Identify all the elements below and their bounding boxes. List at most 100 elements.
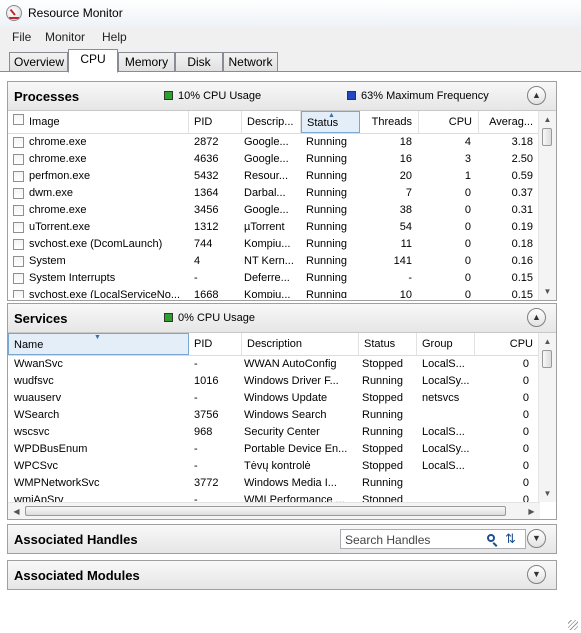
process-row[interactable]: chrome.exe 2872 Google... Running 18 4 3.18 [8, 134, 540, 151]
tab-memory[interactable]: Memory [118, 52, 175, 72]
services-scrollbar[interactable]: ▲ ▼ [538, 333, 556, 502]
checkbox-icon[interactable] [13, 273, 24, 284]
cell-description: Resour... [244, 170, 289, 182]
col-description[interactable]: Descrip... [242, 111, 301, 133]
processes-scrollbar[interactable]: ▲ ▼ [538, 111, 556, 300]
process-row[interactable]: svchost.exe (DcomLaunch) 744 Kompiu... Runn… [8, 236, 540, 253]
process-row[interactable]: System Interrupts - Deferre... Running - 0 0.1… [8, 270, 540, 287]
scroll-down-arrow[interactable]: ▼ [539, 485, 556, 502]
process-row[interactable]: chrome.exe 4636 Google... Running 16 3 2.50 [8, 151, 540, 168]
refresh-icon[interactable]: ⇅ [505, 530, 516, 548]
col-status[interactable]: Status [359, 333, 417, 355]
cell-status: Stopped [362, 392, 403, 404]
tab-disk[interactable]: Disk [175, 52, 223, 72]
scroll-up-arrow[interactable]: ▲ [539, 111, 556, 128]
checkbox-icon[interactable] [13, 154, 24, 165]
cell-status: Running [306, 255, 347, 267]
tab-cpu[interactable]: CPU [68, 49, 118, 73]
col-name[interactable]: ▼ Name [8, 333, 189, 355]
cell-name: WMPNetworkSvc [14, 477, 100, 489]
checkbox-icon[interactable] [13, 114, 24, 125]
horizontal-scroll-thumb[interactable] [25, 506, 506, 516]
col-status[interactable]: ▲ Status [301, 111, 360, 133]
cell-pid: - [194, 460, 198, 472]
process-row[interactable]: perfmon.exe 5432 Resour... Running 20 1 0.59 [8, 168, 540, 185]
checkbox-icon[interactable] [13, 205, 24, 216]
resize-grip[interactable] [568, 620, 578, 630]
col-description[interactable]: Description [242, 333, 359, 355]
checkbox-icon[interactable] [13, 256, 24, 267]
cell-image: System Interrupts [29, 272, 116, 284]
associated-modules-header[interactable]: Associated Modules ▼ [8, 561, 556, 589]
service-row[interactable]: wmiApSrv - WMI Performance ... Stopped 0 [8, 492, 540, 502]
scroll-thumb[interactable] [542, 128, 552, 146]
services-column-header: ▼ Name PID Description Status Group CPU [8, 333, 540, 356]
service-row[interactable]: WSearch 3756 Windows Search Running 0 [8, 407, 540, 424]
processes-title: Processes [14, 89, 80, 104]
checkbox-icon[interactable] [13, 222, 24, 233]
cell-cpu: 0 [464, 289, 471, 298]
col-cpu[interactable]: CPU [475, 333, 540, 355]
menu-monitor[interactable]: Monitor [45, 30, 85, 44]
max-frequency-stat: 63% Maximum Frequency [347, 90, 489, 102]
cell-cpu: 0 [522, 409, 529, 421]
col-group[interactable]: Group [417, 333, 475, 355]
scroll-thumb[interactable] [542, 350, 552, 368]
menu-help[interactable]: Help [102, 30, 127, 44]
col-image[interactable]: Image [8, 111, 189, 133]
process-row[interactable]: svchost.exe (LocalServiceNo... 1668 Kompiu… [8, 287, 540, 298]
col-cpu[interactable]: CPU [419, 111, 479, 133]
cell-threads: 10 [399, 289, 412, 298]
scroll-up-arrow[interactable]: ▲ [539, 333, 556, 350]
cell-cpu: 0 [464, 255, 471, 267]
associated-handles-header[interactable]: Associated Handles Search Handles ⇅ ▼ [8, 525, 556, 553]
services-title: Services [14, 311, 68, 326]
menu-file[interactable]: File [12, 30, 31, 44]
cell-pid: - [194, 494, 198, 502]
checkbox-icon[interactable] [13, 171, 24, 182]
services-header[interactable]: Services 0% CPU Usage ▲ [8, 304, 556, 333]
service-row[interactable]: wuauserv - Windows Update Stopped netsvcs 0 [8, 390, 540, 407]
col-pid[interactable]: PID [189, 111, 242, 133]
services-horizontal-scrollbar[interactable]: ◀ ▶ [8, 502, 540, 519]
process-row[interactable]: uTorrent.exe 1312 µTorrent Running 54 0 0.19 [8, 219, 540, 236]
col-threads[interactable]: Threads [360, 111, 419, 133]
cell-pid: 2872 [194, 136, 219, 148]
scroll-down-arrow[interactable]: ▼ [539, 283, 556, 300]
checkbox-icon[interactable] [13, 188, 24, 199]
collapse-icon[interactable]: ▲ [527, 86, 546, 105]
cell-description: WMI Performance ... [244, 494, 345, 502]
col-average[interactable]: Averag... [479, 111, 540, 133]
checkbox-icon[interactable] [13, 290, 24, 298]
scroll-left-arrow[interactable]: ◀ [8, 503, 25, 519]
process-row[interactable]: dwm.exe 1364 Darbal... Running 7 0 0.37 [8, 185, 540, 202]
checkbox-icon[interactable] [13, 137, 24, 148]
service-row[interactable]: wscsvc 968 Security Center Running LocalS...… [8, 424, 540, 441]
max-frequency-text: 63% Maximum Frequency [361, 90, 489, 102]
cell-description: WWAN AutoConfig [244, 358, 337, 370]
processes-header[interactable]: Processes 10% CPU Usage 63% Maximum Freq… [8, 82, 556, 111]
cell-cpu: 0 [522, 443, 529, 455]
cell-pid: - [194, 272, 198, 284]
expand-icon[interactable]: ▼ [527, 529, 546, 548]
search-input[interactable]: Search Handles [345, 533, 430, 547]
service-row[interactable]: WPCSvc - Tėvų kontrolė Stopped LocalS... 0 [8, 458, 540, 475]
tab-network[interactable]: Network [223, 52, 278, 72]
process-row[interactable]: System 4 NT Kern... Running 141 0 0.16 [8, 253, 540, 270]
cell-cpu: 0 [464, 187, 471, 199]
service-row[interactable]: WPDBusEnum - Portable Device En... Stopped L… [8, 441, 540, 458]
cell-cpu: 0 [522, 494, 529, 502]
service-row[interactable]: WwanSvc - WWAN AutoConfig Stopped LocalS... 0 [8, 356, 540, 373]
service-row[interactable]: wudfsvc 1016 Windows Driver F... Running Loc… [8, 373, 540, 390]
tab-strip: Overview CPU Memory Disk Network [0, 47, 581, 73]
col-pid[interactable]: PID [189, 333, 242, 355]
tab-overview[interactable]: Overview [9, 52, 68, 72]
process-row[interactable]: chrome.exe 3456 Google... Running 38 0 0.31 [8, 202, 540, 219]
cell-name: wscsvc [14, 426, 50, 438]
search-icon[interactable] [487, 534, 495, 542]
expand-icon[interactable]: ▼ [527, 565, 546, 584]
scroll-right-arrow[interactable]: ▶ [523, 503, 540, 519]
service-row[interactable]: WMPNetworkSvc 3772 Windows Media I... Runni… [8, 475, 540, 492]
collapse-icon[interactable]: ▲ [527, 308, 546, 327]
checkbox-icon[interactable] [13, 239, 24, 250]
